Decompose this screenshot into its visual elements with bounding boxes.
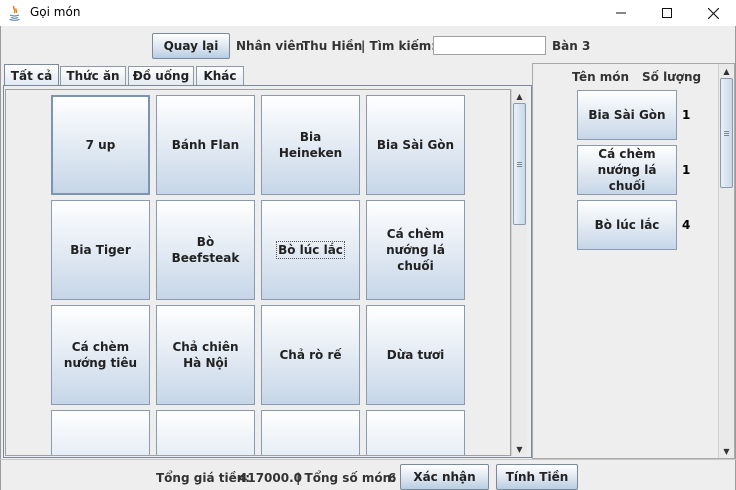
menu-item[interactable]: Dừa tươi xyxy=(366,305,465,405)
scroll-down-icon[interactable]: ▼ xyxy=(719,444,734,458)
order-header-qty: Số lượng xyxy=(642,70,702,84)
total-price-value: 417000.0 xyxy=(239,471,303,485)
order-item-button[interactable]: Cá chèm nướng lá chuối xyxy=(577,145,677,195)
java-app-icon xyxy=(9,5,20,21)
menu-item[interactable]: Cá chèm nướng lá chuối xyxy=(366,200,465,300)
order-item-qty: 1 xyxy=(682,108,691,122)
order-scrollbar[interactable]: ▲ ▼ xyxy=(718,64,734,458)
menu-item[interactable]: Bia Heineken xyxy=(261,95,360,195)
menu-item[interactable] xyxy=(156,410,255,455)
scrollbar-thumb[interactable] xyxy=(513,103,526,225)
menu-item[interactable]: Bánh Flan xyxy=(156,95,255,195)
order-item-qty: 1 xyxy=(682,163,691,177)
menu-item[interactable]: Kem xyxy=(51,410,150,455)
scroll-up-icon[interactable]: ▲ xyxy=(719,64,734,78)
menu-scrollbar[interactable]: ▲ ▼ xyxy=(511,89,527,456)
divider xyxy=(0,459,736,460)
total-count-label: | Tổng số món: xyxy=(296,471,396,485)
menu-item[interactable]: 7 up xyxy=(51,95,150,195)
back-button[interactable]: Quay lại xyxy=(152,33,230,59)
staff-name: Thu Hiền xyxy=(302,39,363,53)
order-header-name: Tên món xyxy=(572,70,630,84)
scrollbar-thumb[interactable] xyxy=(720,78,733,188)
tab-food[interactable]: Thức ăn xyxy=(60,66,126,85)
tab-other[interactable]: Khác xyxy=(196,66,244,85)
tab-drinks[interactable]: Đồ uống xyxy=(128,66,194,85)
menu-item[interactable]: Bò lúc lắc xyxy=(261,200,360,300)
menu-item[interactable]: Bia Tiger xyxy=(51,200,150,300)
window-title: Gọi món xyxy=(30,5,81,19)
menu-item[interactable]: Bia Sài Gòn xyxy=(366,95,465,195)
table-label: Bàn 3 xyxy=(552,39,591,53)
search-input[interactable] xyxy=(433,36,546,55)
menu-item[interactable] xyxy=(261,410,360,455)
scroll-up-icon[interactable]: ▲ xyxy=(512,89,527,103)
menu-item-label: Bò lúc lắc xyxy=(276,241,345,259)
confirm-button[interactable]: Xác nhận xyxy=(400,464,489,490)
maximize-icon[interactable] xyxy=(644,0,690,26)
staff-label: Nhân viên: xyxy=(236,39,309,53)
menu-item[interactable]: Chả rò rế xyxy=(261,305,360,405)
order-item-qty: 4 xyxy=(682,218,691,232)
title-bar: Gọi món xyxy=(0,0,736,26)
tab-all[interactable]: Tất cả xyxy=(4,64,59,86)
menu-grid: 7 up Bánh Flan Bia Heineken Bia Sài Gòn … xyxy=(5,89,511,456)
total-count-value: 6 xyxy=(388,471,397,485)
search-label: | Tìm kiếm: xyxy=(361,39,437,53)
minimize-icon[interactable] xyxy=(598,0,644,26)
order-item-button[interactable]: Bò lúc lắc xyxy=(577,200,677,250)
menu-item[interactable]: Bò Beefsteak xyxy=(156,200,255,300)
close-icon[interactable] xyxy=(690,0,736,26)
scroll-down-icon[interactable]: ▼ xyxy=(512,442,527,456)
pay-button[interactable]: Tính Tiền xyxy=(496,464,578,490)
menu-item[interactable]: Chả chiên Hà Nội xyxy=(156,305,255,405)
menu-item[interactable]: Mực sate xyxy=(366,410,465,455)
total-price-label: Tổng giá tiền: xyxy=(156,471,251,485)
order-item-button[interactable]: Bia Sài Gòn xyxy=(577,90,677,140)
menu-item[interactable]: Cá chèm nướng tiêu xyxy=(51,305,150,405)
